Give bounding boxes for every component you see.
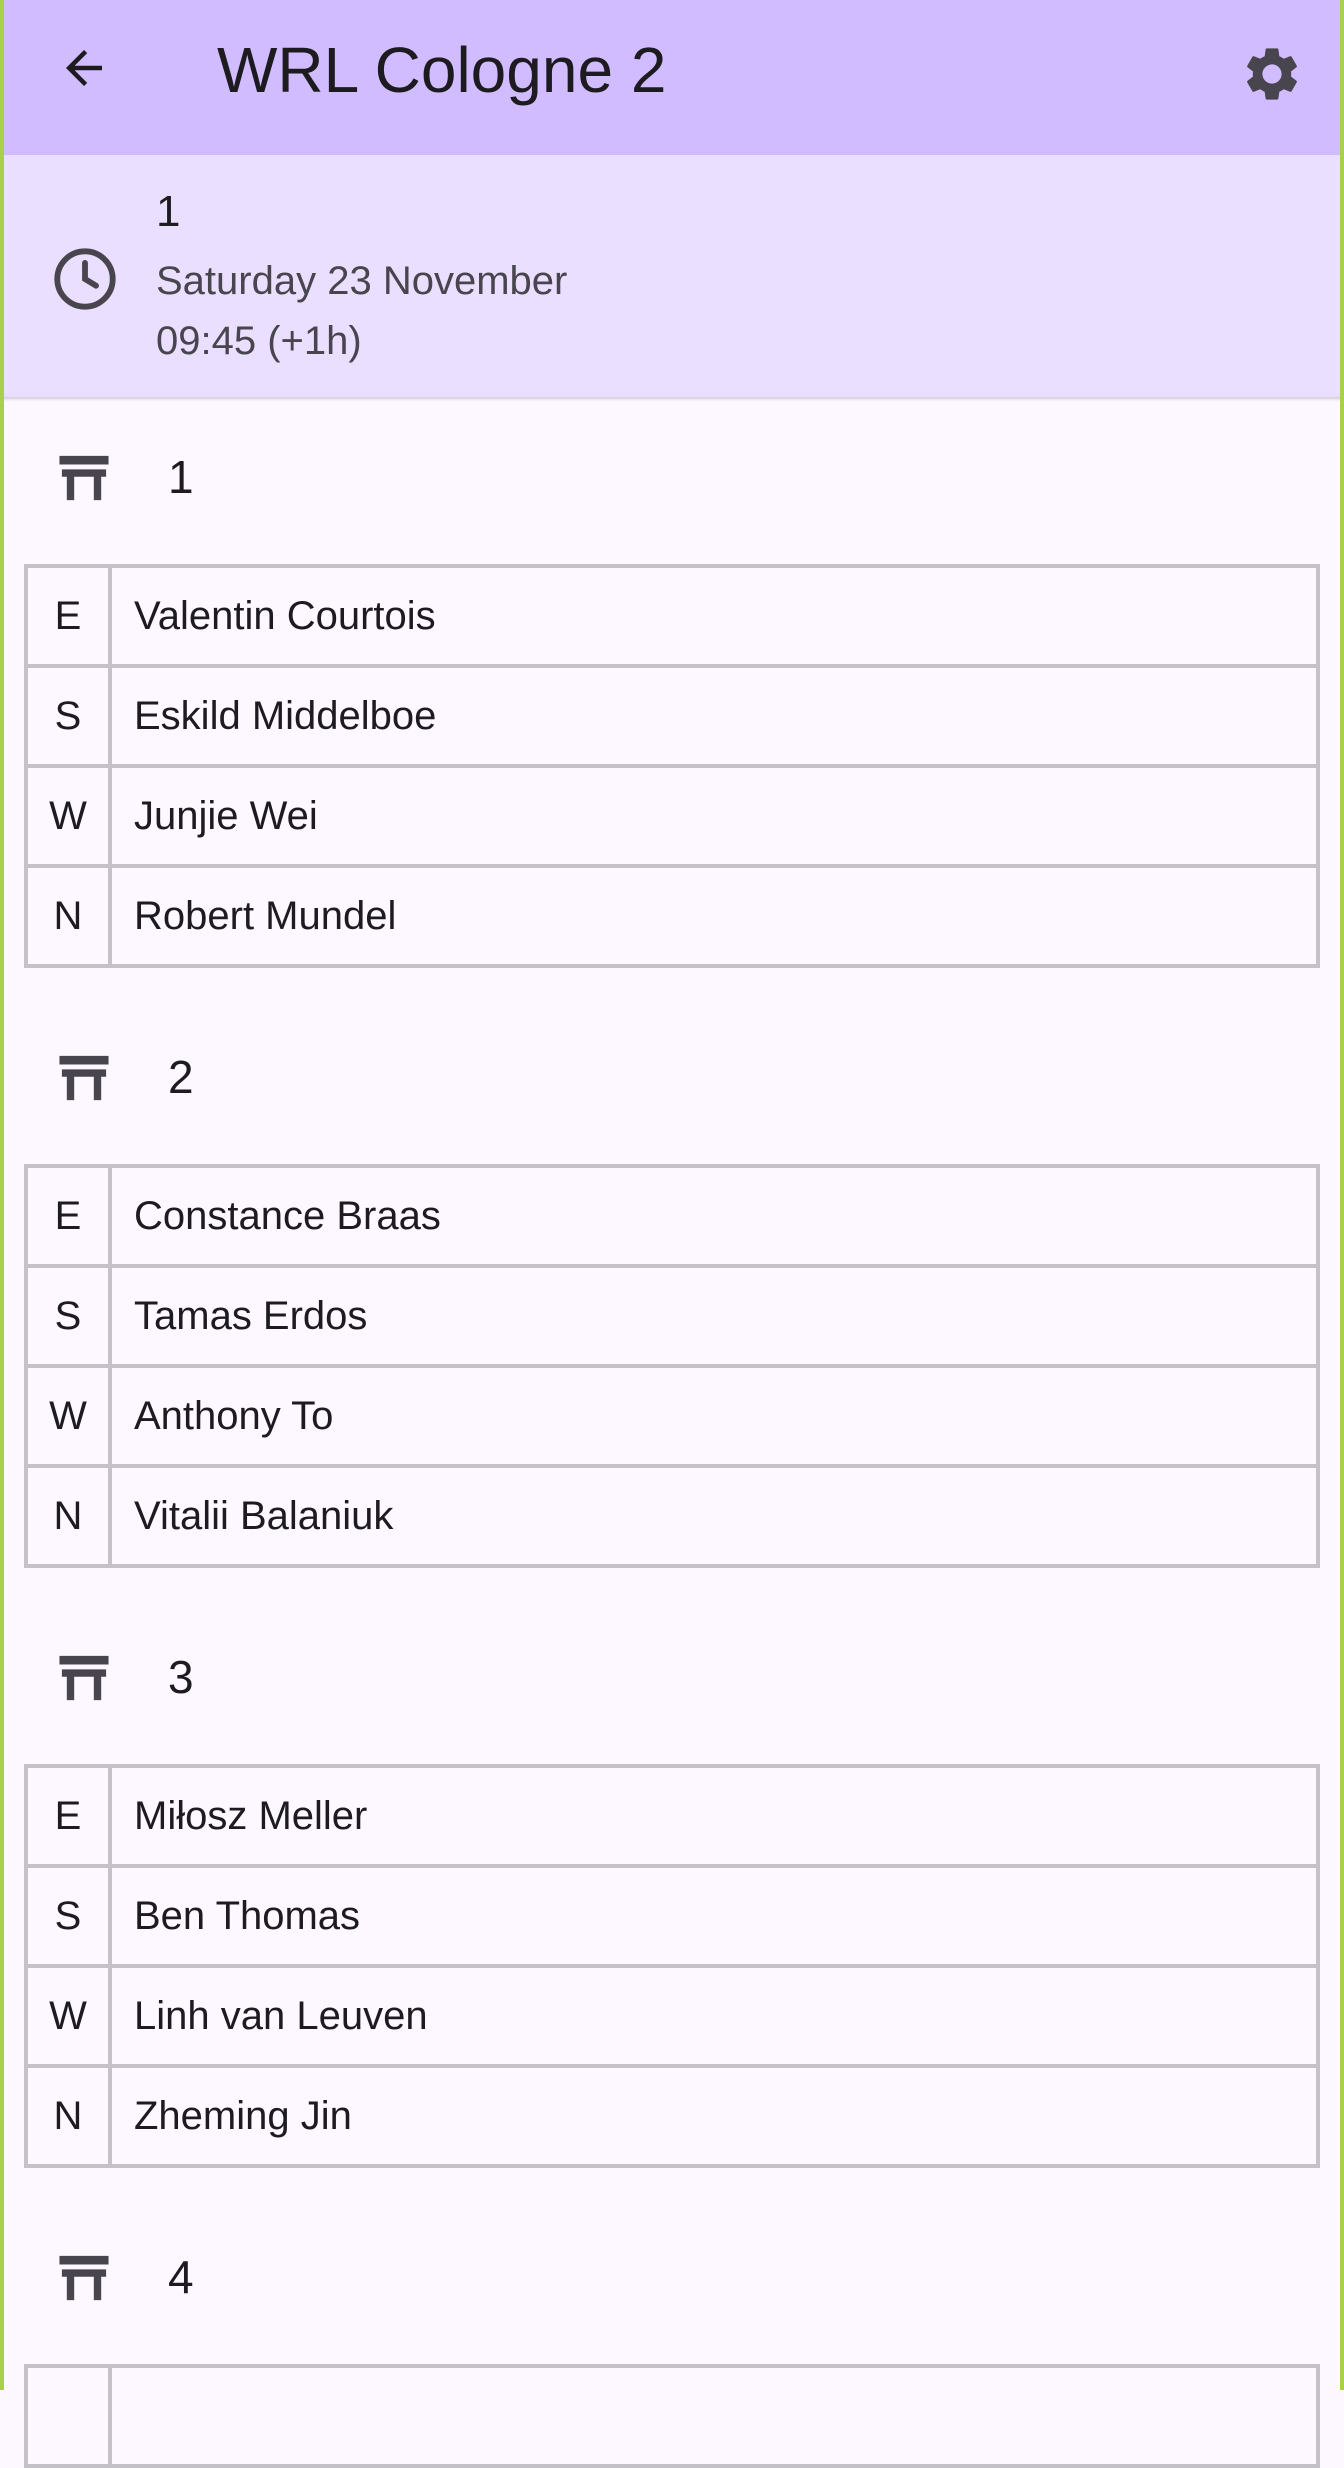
table-row: S Tamas Erdos: [24, 1264, 1320, 1368]
table-row: W Junjie Wei: [24, 764, 1320, 868]
table-number: 1: [168, 451, 194, 503]
table-number: 2: [168, 1051, 194, 1103]
seat-wind: N: [24, 864, 112, 968]
table-row: N Vitalii Balaniuk: [24, 1464, 1320, 1568]
seat-wind: E: [24, 564, 112, 668]
seating-table-3: E Miłosz Meller S Ben Thomas W Linh van …: [24, 1764, 1320, 2168]
table-icon: [59, 455, 109, 501]
seat-wind: E: [24, 1164, 112, 1268]
player-name: Miłosz Meller: [108, 1764, 1320, 1868]
player-name: Constance Braas: [108, 1164, 1320, 1268]
table-header-4: 4: [0, 2224, 1344, 2334]
player-name: Junjie Wei: [108, 764, 1320, 868]
seat-wind: W: [24, 764, 112, 868]
seat-wind: S: [24, 1864, 112, 1968]
player-name: [108, 2364, 1320, 2468]
player-name: Zheming Jin: [108, 2064, 1320, 2168]
gear-icon: [1247, 48, 1297, 100]
seat-wind: [24, 2364, 112, 2468]
table-number: 3: [168, 1651, 194, 1703]
table-header-2: 2: [0, 1024, 1344, 1134]
seat-wind: S: [24, 664, 112, 768]
table-header-1: 1: [0, 424, 1344, 534]
table-number: 4: [168, 2251, 194, 2303]
settings-button[interactable]: [1230, 32, 1314, 116]
player-name: Vitalii Balaniuk: [108, 1464, 1320, 1568]
round-number: 1: [156, 187, 181, 236]
back-button[interactable]: [44, 28, 124, 108]
seating-table-2: E Constance Braas S Tamas Erdos W Anthon…: [24, 1164, 1320, 1568]
seat-wind: W: [24, 1964, 112, 2068]
player-name: Valentin Courtois: [108, 564, 1320, 668]
table-icon: [59, 2255, 109, 2301]
seating-table-1: E Valentin Courtois S Eskild Middelboe W…: [24, 564, 1320, 968]
clock-icon: [54, 248, 116, 310]
table-row: W Anthony To: [24, 1364, 1320, 1468]
page-title: WRL Cologne 2: [217, 34, 667, 106]
player-name: Ben Thomas: [108, 1864, 1320, 1968]
seat-wind: N: [24, 2064, 112, 2168]
round-date: Saturday 23 November: [156, 259, 568, 303]
table-header-3: 3: [0, 1624, 1344, 1734]
player-name: Anthony To: [108, 1364, 1320, 1468]
player-name: Tamas Erdos: [108, 1264, 1320, 1368]
player-name: Robert Mundel: [108, 864, 1320, 968]
player-name: Linh van Leuven: [108, 1964, 1320, 2068]
round-time: 09:45 (+1h): [156, 319, 362, 363]
player-name: Eskild Middelboe: [108, 664, 1320, 768]
seat-wind: W: [24, 1364, 112, 1468]
table-row: [24, 2364, 1320, 2468]
arrow-back-icon: [66, 50, 102, 86]
seat-wind: N: [24, 1464, 112, 1568]
table-row: N Robert Mundel: [24, 864, 1320, 968]
table-row: W Linh van Leuven: [24, 1964, 1320, 2068]
seat-wind: E: [24, 1764, 112, 1868]
table-row: E Miłosz Meller: [24, 1764, 1320, 1868]
table-row: S Eskild Middelboe: [24, 664, 1320, 768]
app-bar: WRL Cologne 2: [0, 0, 1344, 155]
table-row: E Valentin Courtois: [24, 564, 1320, 668]
table-icon: [59, 1655, 109, 1701]
seat-wind: S: [24, 1264, 112, 1368]
table-icon: [59, 1055, 109, 1101]
table-row: N Zheming Jin: [24, 2064, 1320, 2168]
table-row: E Constance Braas: [24, 1164, 1320, 1268]
table-row: S Ben Thomas: [24, 1864, 1320, 1968]
seating-table-4: [24, 2364, 1320, 2468]
